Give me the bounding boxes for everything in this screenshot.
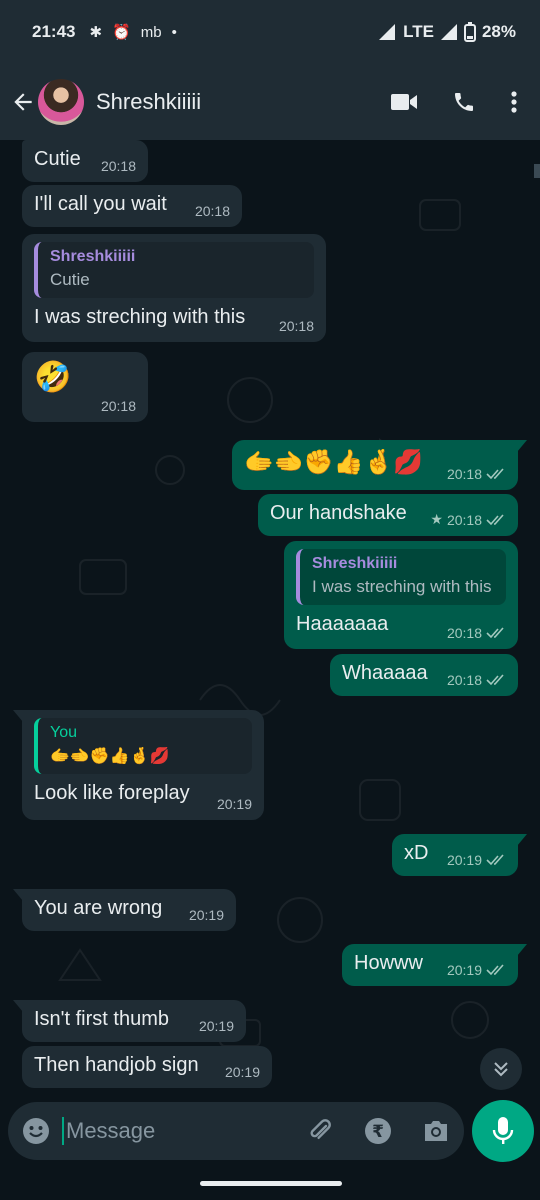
contact-avatar[interactable]: [38, 79, 84, 125]
signal-roaming-icon: [379, 24, 396, 40]
message-time-text: 20:18: [446, 511, 482, 528]
network-type: LTE: [403, 22, 434, 41]
message-time-text: 20:18: [446, 466, 482, 482]
message-bubble-out[interactable]: Whaaaaa 20:18: [330, 654, 518, 696]
message-bubble-in-reply[interactable]: Shreshkiiiii Cutie I was streching with …: [22, 234, 326, 342]
back-arrow-icon[interactable]: [10, 89, 36, 115]
quoted-text: I was streching with this: [312, 577, 492, 596]
alarm-icon: ⏰: [112, 24, 131, 41]
message-time: ★ 20:18: [430, 511, 506, 528]
message-time: 20:19: [199, 1018, 234, 1034]
carrier-label: mb: [140, 23, 162, 41]
message-time-text: 20:18: [278, 318, 314, 334]
message-time: 20:19: [447, 852, 506, 868]
message-bubble-out[interactable]: Howww 20:19: [342, 944, 527, 986]
message-bubble-out[interactable]: Our handshake ★ 20:18: [258, 494, 518, 536]
message-emoji: 🤣: [34, 361, 72, 394]
message-time-text: 20:18: [194, 203, 230, 219]
quoted-message[interactable]: Shreshkiiiii Cutie: [34, 242, 314, 298]
message-bubble-out-reply[interactable]: Shreshkiiiii I was streching with this H…: [284, 541, 518, 649]
message-bubble-in-reply[interactable]: You 🫱🫲✊👍🤞💋 Look like foreplay 20:19: [13, 710, 264, 820]
contact-name[interactable]: Shreshkiiiii: [96, 89, 201, 115]
signal-icon: [440, 24, 457, 40]
message-time: 20:18: [195, 203, 230, 219]
slack-notification-icon: ✱: [89, 24, 103, 41]
quoted-text: Cutie: [50, 270, 90, 289]
message-composer[interactable]: Message ₹: [8, 1102, 464, 1160]
double-check-icon: [486, 854, 504, 866]
svg-text:₹: ₹: [372, 1122, 384, 1142]
message-time: 20:18: [101, 158, 136, 174]
emoji-icon[interactable]: [22, 1117, 50, 1145]
message-time-text: 20:19: [224, 1064, 260, 1080]
message-time: 20:19: [217, 796, 252, 812]
quoted-text: 🫱🫲✊👍🤞💋: [50, 748, 170, 765]
message-time: 20:18: [101, 398, 136, 414]
attach-icon[interactable]: [306, 1117, 334, 1145]
notification-dot-icon: •: [171, 23, 177, 41]
double-check-icon: [486, 513, 504, 525]
chat-header: Shreshkiiiii: [0, 64, 540, 140]
status-time: 21:43: [32, 22, 76, 41]
message-time-text: 20:19: [198, 1018, 234, 1034]
message-time-text: 20:19: [446, 852, 482, 868]
scroll-to-bottom-button[interactable]: [480, 1048, 522, 1090]
double-check-icon: [486, 627, 504, 639]
message-time: 20:18: [447, 466, 506, 482]
message-time: 20:19: [225, 1064, 260, 1080]
phone-call-icon[interactable]: [452, 90, 476, 114]
message-time: 20:19: [189, 907, 224, 923]
star-icon: ★: [430, 511, 443, 527]
quoted-sender: You: [50, 724, 77, 741]
message-time: 20:18: [447, 625, 506, 641]
system-nav-bar: [0, 1162, 540, 1200]
chat-area[interactable]: Cutie 20:18 I'll call you wait 20:18 Shr…: [0, 140, 540, 1100]
quoted-message[interactable]: Shreshkiiiii I was streching with this: [296, 549, 506, 605]
message-bubble-in[interactable]: You are wrong 20:19: [13, 889, 236, 931]
message-time: 20:18: [447, 672, 506, 688]
message-time-text: 20:19: [188, 907, 224, 923]
mic-icon: [492, 1117, 514, 1144]
home-gesture-pill[interactable]: [200, 1181, 342, 1186]
camera-icon[interactable]: [422, 1118, 450, 1144]
message-bubble-in[interactable]: Isn't first thumb 20:19: [13, 1000, 246, 1042]
more-vert-icon[interactable]: [510, 90, 518, 114]
double-chevron-down-icon: [494, 1062, 508, 1077]
quoted-message[interactable]: You 🫱🫲✊👍🤞💋: [34, 718, 252, 774]
message-bubble-in-emoji[interactable]: 🤣 20:18: [22, 352, 148, 422]
rupee-payment-icon[interactable]: ₹: [364, 1117, 392, 1145]
message-time-text: 20:18: [446, 672, 482, 688]
message-time: 20:18: [279, 318, 314, 334]
quoted-sender: Shreshkiiiii: [312, 555, 398, 572]
text-cursor: [62, 1117, 64, 1145]
voice-record-button[interactable]: [472, 1100, 534, 1162]
message-time-text: 20:18: [446, 625, 482, 641]
message-time: 20:19: [447, 962, 506, 978]
video-call-icon[interactable]: [390, 91, 418, 113]
battery-icon: [463, 22, 476, 42]
message-time-text: 20:19: [216, 796, 252, 812]
message-bubble-in[interactable]: I'll call you wait 20:18: [22, 185, 242, 227]
double-check-icon: [486, 674, 504, 686]
status-bar: 21:43 ✱ ⏰ mb • LTE 28%: [0, 0, 540, 64]
double-check-icon: [486, 468, 504, 480]
message-time-text: 20:18: [100, 158, 136, 174]
double-check-icon: [486, 964, 504, 976]
status-right: LTE 28%: [377, 22, 516, 42]
message-input[interactable]: Message: [66, 1118, 306, 1144]
quoted-sender: Shreshkiiiii: [50, 248, 136, 265]
message-time-text: 20:19: [446, 962, 482, 978]
message-time-text: 20:18: [100, 398, 136, 414]
message-bubble-out[interactable]: 🫱🫲✊👍🤞💋 20:18: [232, 440, 527, 490]
message-bubble-in[interactable]: Then handjob sign 20:19: [22, 1046, 272, 1088]
message-text: I was streching with this: [34, 306, 246, 328]
message-bubble-in[interactable]: Cutie 20:18: [22, 140, 148, 182]
message-bubble-out[interactable]: xD 20:19: [392, 834, 527, 876]
battery-percent: 28%: [481, 22, 516, 41]
scroll-indicator[interactable]: [534, 164, 540, 178]
